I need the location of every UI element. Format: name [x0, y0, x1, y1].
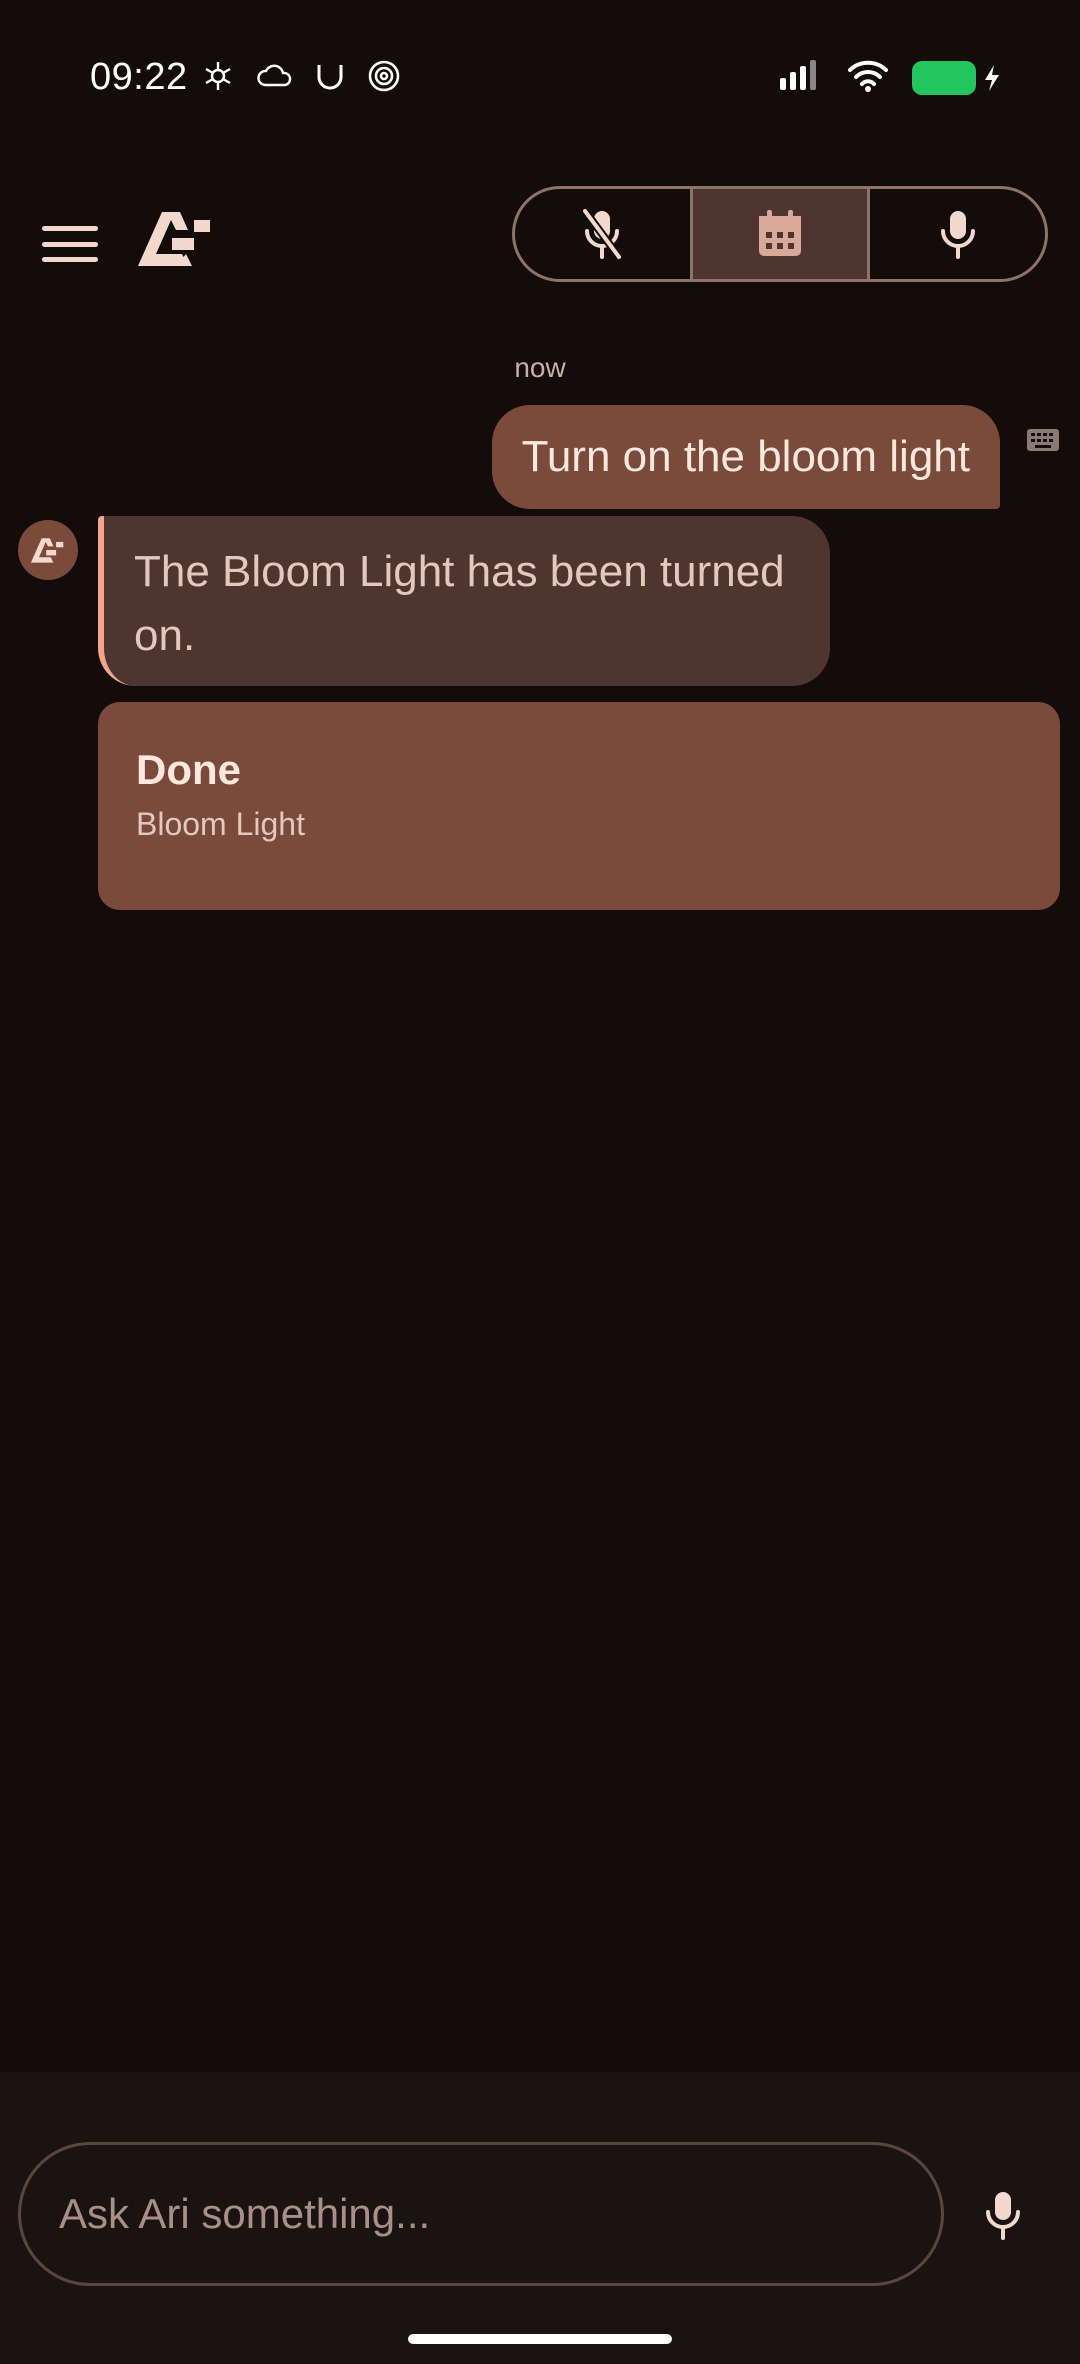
ari-logo-icon	[30, 538, 64, 563]
calendar-button[interactable]	[692, 189, 871, 279]
battery-charging-icon	[912, 60, 1002, 95]
mic-icon	[940, 211, 975, 259]
status-bar: 09:22	[0, 0, 1080, 160]
spiral-icon	[366, 58, 402, 99]
hamburger-menu-icon[interactable]	[42, 220, 98, 268]
composer-mic-button[interactable]	[970, 2180, 1036, 2250]
wifi-icon	[846, 58, 890, 97]
mic-button[interactable]	[870, 189, 1045, 279]
openai-icon	[200, 58, 236, 99]
cloud-icon	[256, 61, 294, 96]
battery-level	[912, 60, 976, 95]
assistant-avatar	[18, 520, 78, 580]
mic-icon	[986, 2192, 1020, 2240]
result-card[interactable]: Done Bloom Light	[98, 702, 1060, 910]
user-message-text: Turn on the bloom light	[521, 432, 970, 481]
mode-switch	[512, 186, 1048, 282]
composer-panel	[0, 2072, 1080, 2364]
ask-input[interactable]	[18, 2142, 944, 2286]
app-header	[0, 180, 1080, 300]
status-icons-left	[200, 58, 402, 99]
result-card-subtitle: Bloom Light	[136, 806, 305, 842]
calendar-icon	[759, 210, 801, 256]
assistant-message-bubble: The Bloom Light has been turned on.	[98, 516, 830, 686]
result-card-title: Done	[136, 746, 241, 793]
message-timestamp: now	[514, 352, 566, 383]
home-indicator[interactable]	[408, 2334, 672, 2344]
mic-off-button[interactable]	[515, 189, 693, 279]
user-message-bubble: Turn on the bloom light	[491, 405, 1000, 509]
ari-logo-icon	[136, 206, 216, 275]
assistant-message-text: The Bloom Light has been turned on.	[134, 547, 785, 660]
keyboard-icon	[1026, 428, 1060, 457]
signal-icon	[778, 58, 824, 97]
status-time: 09:22	[90, 56, 188, 98]
status-icons-right	[778, 58, 1002, 97]
u-app-icon	[314, 61, 346, 96]
mic-off-icon	[581, 207, 624, 261]
